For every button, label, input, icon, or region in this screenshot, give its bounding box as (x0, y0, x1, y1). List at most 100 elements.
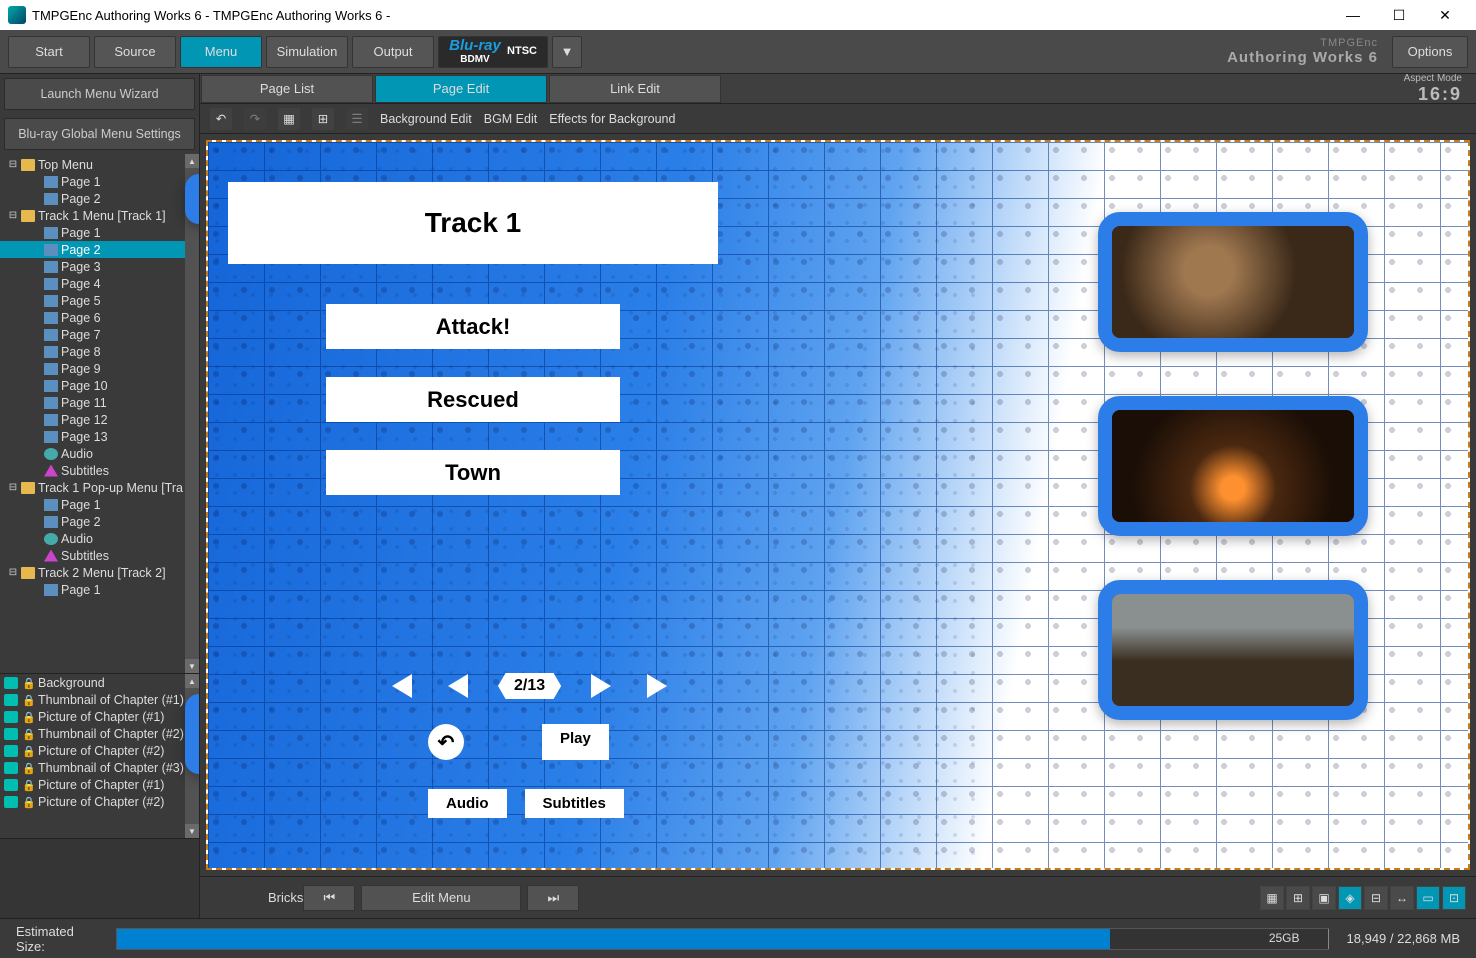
layer-row[interactable]: 🔒Picture of Chapter (#2) (0, 742, 199, 759)
layer-row[interactable]: 🔒Picture of Chapter (#1) (0, 776, 199, 793)
undo-icon[interactable]: ↶ (210, 108, 232, 130)
page-indicator[interactable]: 2/13 (498, 673, 561, 699)
bgm-edit-button[interactable]: BGM Edit (484, 112, 538, 126)
tree-scrollbar[interactable]: ▲ ▼ (185, 154, 199, 673)
select-icon[interactable]: ◈ (1338, 886, 1362, 910)
tree-item[interactable]: Page 2 (0, 513, 199, 530)
grid2-icon[interactable]: ⊞ (1286, 886, 1310, 910)
collapse-icon[interactable]: ⊟ (8, 159, 18, 170)
chapter-thumb-3[interactable] (1098, 580, 1368, 720)
menu-item-2[interactable]: Rescued (326, 377, 620, 422)
chapter-thumb-2[interactable] (1098, 396, 1368, 536)
zoom-icon[interactable]: ⊡ (1442, 886, 1466, 910)
visibility-icon[interactable] (4, 728, 18, 740)
tree-folder[interactable]: ⊟Track 1 Menu [Track 1] (0, 207, 199, 224)
tree-item[interactable]: Page 8 (0, 343, 199, 360)
options-button[interactable]: Options (1392, 36, 1468, 68)
visibility-icon[interactable] (4, 779, 18, 791)
tree-item[interactable]: Audio (0, 445, 199, 462)
next-icon[interactable] (589, 670, 615, 702)
tree-item[interactable]: Subtitles (0, 462, 199, 479)
grid-icon[interactable]: ▦ (1260, 886, 1284, 910)
scroll-thumb[interactable] (185, 174, 199, 224)
tree-item[interactable]: Page 1 (0, 581, 199, 598)
tree-item[interactable]: Page 2 (0, 190, 199, 207)
layer-row[interactable]: 🔒Background (0, 674, 199, 691)
layout-icon[interactable]: ⊟ (1364, 886, 1388, 910)
prev-page-button[interactable]: ⏮ (303, 885, 355, 911)
tree-item[interactable]: Page 3 (0, 258, 199, 275)
tree-item[interactable]: Audio (0, 530, 199, 547)
lock-icon[interactable]: 🔒 (22, 694, 34, 706)
tree-item[interactable]: Page 7 (0, 326, 199, 343)
tree-item[interactable]: Page 9 (0, 360, 199, 377)
scroll-down-icon[interactable]: ▼ (185, 824, 199, 838)
scroll-down-icon[interactable]: ▼ (185, 659, 199, 673)
tree-folder[interactable]: ⊟Top Menu (0, 156, 199, 173)
effects-button[interactable]: Effects for Background (549, 112, 675, 126)
visibility-icon[interactable] (4, 694, 18, 706)
back-icon[interactable]: ↶ (428, 724, 464, 760)
tree-folder[interactable]: ⊟Track 2 Menu [Track 2] (0, 564, 199, 581)
menu-stage[interactable]: Track 1 Attack! Rescued Town 2/13 (206, 140, 1470, 870)
layers-panel[interactable]: ▲ ▼ 🔒Background🔒Thumbnail of Chapter (#1… (0, 673, 199, 838)
edit-menu-button[interactable]: Edit Menu (361, 885, 521, 911)
menu-tree[interactable]: ▲ ▼ ⊟Top MenuPage 1Page 2⊟Track 1 Menu [… (0, 154, 199, 673)
format-dropdown[interactable]: ▼ (552, 36, 582, 68)
chapter-thumb-1[interactable] (1098, 212, 1368, 352)
tree-item[interactable]: Page 5 (0, 292, 199, 309)
menu-title[interactable]: Track 1 (228, 182, 718, 264)
tree-item[interactable]: Page 10 (0, 377, 199, 394)
audio-button[interactable]: Audio (428, 789, 507, 818)
scroll-up-icon[interactable]: ▲ (185, 154, 199, 168)
lock-icon[interactable]: 🔒 (22, 796, 34, 808)
launch-wizard-button[interactable]: Launch Menu Wizard (4, 78, 195, 110)
simulation-tab[interactable]: Simulation (266, 36, 348, 68)
play-button[interactable]: Play (542, 724, 609, 760)
background-edit-button[interactable]: Background Edit (380, 112, 472, 126)
lock-icon[interactable]: 🔒 (22, 779, 34, 791)
first-icon[interactable] (382, 670, 416, 702)
last-icon[interactable] (643, 670, 677, 702)
menu-item-3[interactable]: Town (326, 450, 620, 495)
tool-icon-3[interactable]: ☰ (346, 108, 368, 130)
tree-folder[interactable]: ⊟Track 1 Pop-up Menu [Tra (0, 479, 199, 496)
subtitles-button[interactable]: Subtitles (525, 789, 624, 818)
tree-item[interactable]: Page 4 (0, 275, 199, 292)
global-settings-button[interactable]: Blu-ray Global Menu Settings (4, 118, 195, 150)
layers-scrollbar[interactable]: ▲ ▼ (185, 674, 199, 838)
link-edit-tab[interactable]: Link Edit (549, 75, 721, 103)
page-list-tab[interactable]: Page List (201, 75, 373, 103)
lock-icon[interactable]: 🔒 (22, 728, 34, 740)
collapse-icon[interactable]: ⊟ (8, 567, 18, 578)
collapse-icon[interactable]: ⊟ (8, 482, 18, 493)
tree-item[interactable]: Subtitles (0, 547, 199, 564)
visibility-icon[interactable] (4, 711, 18, 723)
tree-item[interactable]: Page 6 (0, 309, 199, 326)
lock-icon[interactable]: 🔒 (22, 762, 34, 774)
tree-item[interactable]: Page 13 (0, 428, 199, 445)
menu-item-1[interactable]: Attack! (326, 304, 620, 349)
tree-item[interactable]: Page 2 (0, 241, 199, 258)
tree-item[interactable]: Page 1 (0, 173, 199, 190)
next-page-button[interactable]: ⏭ (527, 885, 579, 911)
layer-row[interactable]: 🔒Thumbnail of Chapter (#3) (0, 759, 199, 776)
lock-icon[interactable]: 🔒 (22, 677, 34, 689)
lock-icon[interactable]: 🔒 (22, 745, 34, 757)
close-button[interactable]: ✕ (1422, 0, 1468, 30)
scroll-up-icon[interactable]: ▲ (185, 674, 199, 688)
tree-item[interactable]: Page 12 (0, 411, 199, 428)
visibility-icon[interactable] (4, 796, 18, 808)
source-tab[interactable]: Source (94, 36, 176, 68)
visibility-icon[interactable] (4, 745, 18, 757)
lock-icon[interactable]: 🔒 (22, 711, 34, 723)
visibility-icon[interactable] (4, 762, 18, 774)
tree-item[interactable]: Page 1 (0, 224, 199, 241)
height-icon[interactable]: ↔ (1390, 886, 1414, 910)
scroll-thumb[interactable] (185, 694, 199, 774)
layer-row[interactable]: 🔒Thumbnail of Chapter (#2) (0, 725, 199, 742)
layer-row[interactable]: 🔒Picture of Chapter (#1) (0, 708, 199, 725)
format-indicator[interactable]: Blu-ray BDMV NTSC (438, 36, 548, 68)
tool-icon-1[interactable]: ▦ (278, 108, 300, 130)
maximize-button[interactable]: ☐ (1376, 0, 1422, 30)
